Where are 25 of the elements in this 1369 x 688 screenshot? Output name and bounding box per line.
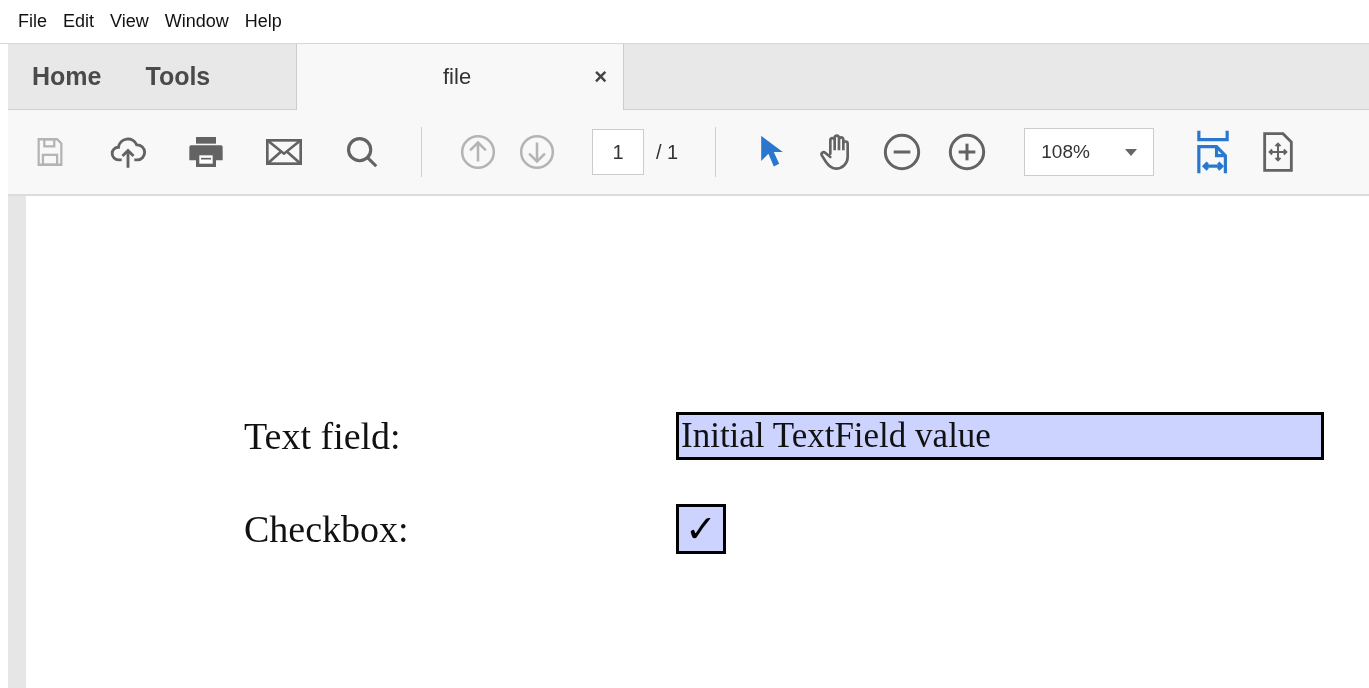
- zoom-out-icon: [882, 132, 923, 172]
- zoom-dropdown[interactable]: 108%: [1024, 128, 1155, 176]
- arrow-up-circle-icon: [459, 133, 497, 171]
- document-tab-title[interactable]: file: [443, 64, 472, 90]
- menu-item[interactable]: Window: [156, 11, 237, 32]
- menu-item[interactable]: Help: [236, 11, 290, 32]
- page-total: / 1: [656, 140, 679, 164]
- checkbox[interactable]: ✓: [676, 504, 726, 554]
- close-button[interactable]: ×: [590, 62, 611, 92]
- dropdown-caret-icon: [1125, 148, 1138, 156]
- form-label: Text field:: [244, 414, 402, 458]
- menu-item[interactable]: Edit: [55, 11, 103, 32]
- nav-tab[interactable]: Tools: [135, 56, 221, 97]
- menu-item[interactable]: File: [10, 11, 55, 32]
- fit-page-icon: [1261, 132, 1296, 172]
- document-tab[interactable]: file ×: [296, 44, 624, 110]
- menu-item[interactable]: View: [102, 11, 157, 32]
- arrow-down-circle-icon: [518, 133, 556, 171]
- zoom-in-icon: [947, 132, 988, 172]
- nav-tab[interactable]: Home: [22, 56, 112, 97]
- form-label: Checkbox:: [244, 507, 410, 551]
- page-number-field[interactable]: 1: [592, 129, 644, 175]
- fit-width-icon: [1195, 129, 1232, 175]
- text-field[interactable]: Initial TextField value: [676, 412, 1324, 460]
- zoom-value: 108%: [1041, 141, 1090, 163]
